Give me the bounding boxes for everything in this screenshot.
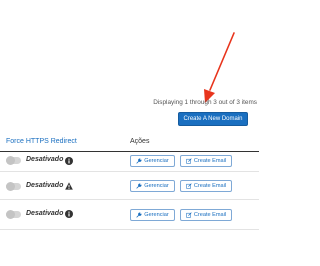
edit-icon [186,212,192,218]
edit-icon [186,158,192,164]
edit-icon [186,183,192,189]
https-redirect-toggle[interactable] [6,210,21,219]
table-row: Desativado Gerenciar Create Email [0,200,259,230]
table-row: Desativado Gerenciar Create Email [0,172,259,200]
column-header-actions: Ações [130,138,150,145]
column-header-force-https[interactable]: Force HTTPS Redirect [6,138,77,145]
status-label: Desativado [26,182,64,189]
table-row: Desativado Gerenciar Create Email [0,152,259,172]
domains-page: Displaying 1 through 3 out of 3 items Cr… [0,0,259,266]
create-email-button-label: Create Email [193,212,227,218]
wrench-icon [136,158,142,164]
toggle-knob [6,182,15,191]
create-email-button-label: Create Email [193,183,227,189]
https-redirect-toggle[interactable] [6,156,21,165]
warning-icon[interactable] [65,182,73,190]
manage-button[interactable]: Gerenciar [130,155,175,167]
manage-button-label: Gerenciar [144,183,169,189]
create-email-button[interactable]: Create Email [180,180,232,192]
toggle-knob [6,156,15,165]
status-label: Desativado [26,210,64,217]
pagination-summary: Displaying 1 through 3 out of 3 items [153,99,257,106]
info-icon[interactable] [65,157,73,165]
manage-button[interactable]: Gerenciar [130,180,175,192]
wrench-icon [136,183,142,189]
create-email-button[interactable]: Create Email [180,209,232,221]
wrench-icon [136,212,142,218]
manage-button-label: Gerenciar [144,158,169,164]
table-header: Force HTTPS Redirect Ações [0,134,259,152]
manage-button-label: Gerenciar [144,212,169,218]
create-email-button[interactable]: Create Email [180,155,232,167]
status-label: Desativado [26,156,64,163]
toggle-knob [6,210,15,219]
create-email-button-label: Create Email [193,158,227,164]
https-redirect-toggle[interactable] [6,182,21,191]
manage-button[interactable]: Gerenciar [130,209,175,221]
create-new-domain-button[interactable]: Create A New Domain [178,112,248,126]
info-icon[interactable] [65,210,73,218]
